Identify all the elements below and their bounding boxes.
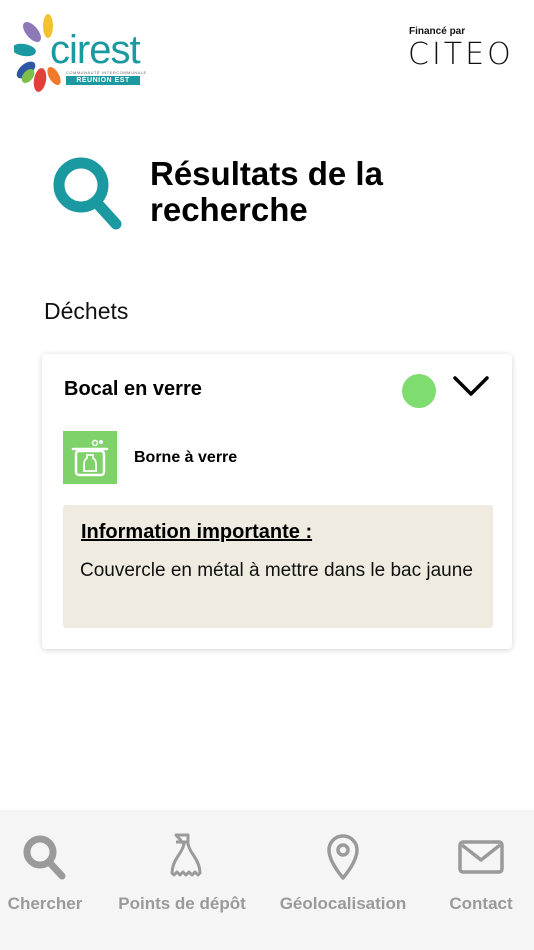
search-icon — [53, 157, 122, 230]
citeo-logo: Financé par CITEO — [408, 26, 526, 74]
chevron-down-icon[interactable] — [452, 374, 490, 398]
info-body: Couvercle en métal à mettre dans le bac … — [80, 560, 473, 581]
mail-icon — [458, 840, 504, 874]
status-indicator — [402, 374, 436, 408]
info-title: Information importante : — [81, 521, 313, 543]
cirest-wordmark: cirest — [50, 28, 141, 72]
bottom-navigation: Chercher Points de dépôt Géolocalisation… — [0, 810, 534, 950]
nav-label: Géolocalisation — [279, 894, 407, 913]
app-header: cirest COMMUNAUTÉ INTERCOMMUNALE RÉUNION… — [0, 0, 534, 110]
nav-points-de-depot[interactable]: Points de dépôt — [108, 810, 256, 950]
glass-bin-icon — [63, 431, 117, 484]
nav-chercher[interactable]: Chercher — [0, 810, 90, 950]
citeo-wordmark: CITEO — [408, 37, 514, 72]
search-icon — [23, 835, 66, 880]
cirest-tagline: COMMUNAUTÉ INTERCOMMUNALE — [66, 70, 147, 75]
results-heading: Résultats de la recherche — [52, 156, 492, 236]
nav-label: Points de dépôt — [118, 894, 246, 913]
citeo-caption: Financé par — [409, 26, 466, 37]
destination-label: Borne à verre — [134, 449, 238, 466]
nav-contact[interactable]: Contact — [436, 810, 526, 950]
section-label: Déchets — [44, 298, 129, 324]
important-info-box: Information importante : Couvercle en mé… — [63, 505, 493, 628]
nav-label: Chercher — [7, 894, 83, 913]
nav-label: Contact — [449, 894, 513, 913]
location-pin-icon — [327, 834, 359, 880]
cirest-region: RÉUNION EST — [66, 76, 140, 85]
nav-geolocalisation[interactable]: Géolocalisation — [270, 810, 416, 950]
result-card[interactable]: Bocal en verre Borne à verre Information… — [42, 354, 512, 649]
result-title: Bocal en verre — [64, 378, 202, 400]
cirest-logo: cirest COMMUNAUTÉ INTERCOMMUNALE RÉUNION… — [14, 14, 147, 98]
bottle-icon — [170, 833, 202, 877]
page-title: Résultats de la recherche — [150, 155, 383, 228]
